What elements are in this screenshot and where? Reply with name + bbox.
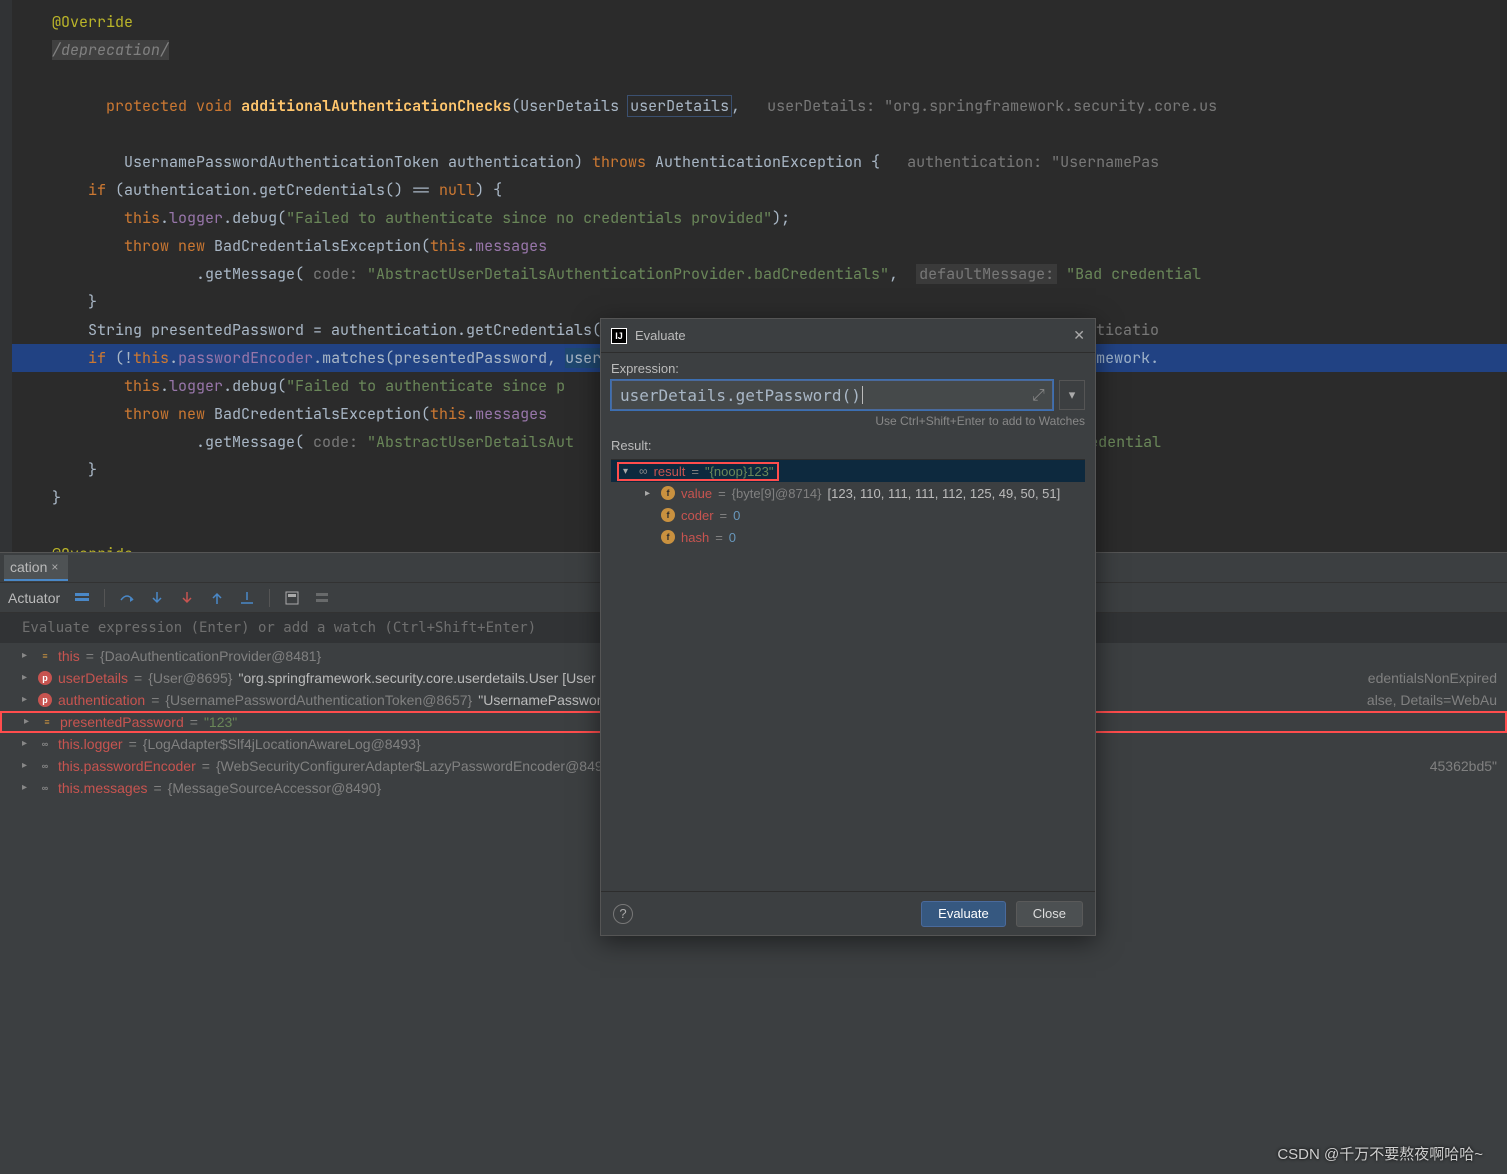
expand-icon[interactable]: ⤢: [1032, 385, 1046, 405]
dialog-title: Evaluate: [635, 328, 686, 343]
field-icon: ≡: [40, 715, 54, 729]
field-icon: f: [661, 486, 675, 500]
step-over-icon[interactable]: [119, 590, 135, 606]
editor-gutter: [0, 0, 12, 552]
result-child-row[interactable]: ▸fvalue = {byte[9]@8714} [123, 110, 111,…: [611, 482, 1085, 504]
annotation-override: @Override: [52, 12, 133, 32]
field-icon: ≡: [38, 649, 52, 663]
expression-input[interactable]: userDetails.getPassword() ⤢: [611, 380, 1053, 410]
result-child-row[interactable]: fcoder = 0: [611, 504, 1085, 526]
infinity-icon: ∞: [38, 781, 52, 795]
history-dropdown[interactable]: ▾: [1059, 380, 1085, 410]
evaluate-button[interactable]: Evaluate: [921, 901, 1006, 927]
step-out-icon[interactable]: [209, 590, 225, 606]
result-root-row[interactable]: ▾ ∞ result = "{noop}123": [611, 460, 1085, 482]
infinity-icon: ∞: [38, 737, 52, 751]
dialog-footer: ? Evaluate Close: [601, 891, 1095, 935]
debug-tab[interactable]: cation ×: [4, 555, 68, 581]
dialog-titlebar[interactable]: IJ Evaluate ✕: [601, 319, 1095, 353]
force-step-into-icon[interactable]: [179, 590, 195, 606]
chevron-right-icon[interactable]: ▸: [22, 777, 32, 799]
chevron-right-icon[interactable]: ▸: [22, 667, 32, 689]
chevron-right-icon[interactable]: ▸: [22, 755, 32, 777]
field-icon: f: [661, 530, 675, 544]
shortcut-hint: Use Ctrl+Shift+Enter to add to Watches: [611, 414, 1085, 428]
field-icon: f: [661, 508, 675, 522]
param-icon: p: [38, 693, 52, 707]
chevron-right-icon[interactable]: ▸: [645, 488, 655, 499]
result-child-row[interactable]: fhash = 0: [611, 526, 1085, 548]
run-to-cursor-icon[interactable]: [239, 590, 255, 606]
infinity-icon: ∞: [38, 759, 52, 773]
close-icon[interactable]: ✕: [1073, 327, 1085, 344]
result-label: Result:: [611, 438, 1085, 453]
method-additionalAuthenticationChecks: additionalAuthenticationChecks: [241, 96, 511, 116]
chevron-right-icon[interactable]: ▸: [24, 711, 34, 733]
evaluate-dialog[interactable]: IJ Evaluate ✕ Expression: userDetails.ge…: [600, 318, 1096, 936]
chevron-right-icon[interactable]: ▸: [22, 733, 32, 755]
actuator-label: Actuator: [8, 590, 60, 606]
watermark: CSDN @千万不要熬夜啊哈哈~: [1277, 1143, 1483, 1164]
intellij-icon: IJ: [611, 328, 627, 344]
param-icon: p: [38, 671, 52, 685]
comment-deprecation: /deprecation/: [52, 40, 169, 60]
close-icon[interactable]: ×: [51, 560, 58, 574]
chevron-right-icon[interactable]: ▸: [22, 645, 32, 667]
help-icon[interactable]: ?: [613, 904, 633, 924]
expression-label: Expression:: [611, 361, 1085, 376]
result-tree[interactable]: ▾ ∞ result = "{noop}123" ▸fvalue = {byte…: [611, 459, 1085, 891]
chevron-down-icon[interactable]: ▾: [623, 466, 633, 477]
inlay-hint: userDetails: "org.springframework.securi…: [767, 96, 1217, 116]
trace-icon[interactable]: [314, 590, 330, 606]
evaluate-icon[interactable]: [284, 590, 300, 606]
layout-icon[interactable]: [74, 590, 90, 606]
chevron-right-icon[interactable]: ▸: [22, 689, 32, 711]
step-into-icon[interactable]: [149, 590, 165, 606]
close-button[interactable]: Close: [1016, 901, 1083, 927]
infinity-icon: ∞: [639, 464, 648, 478]
